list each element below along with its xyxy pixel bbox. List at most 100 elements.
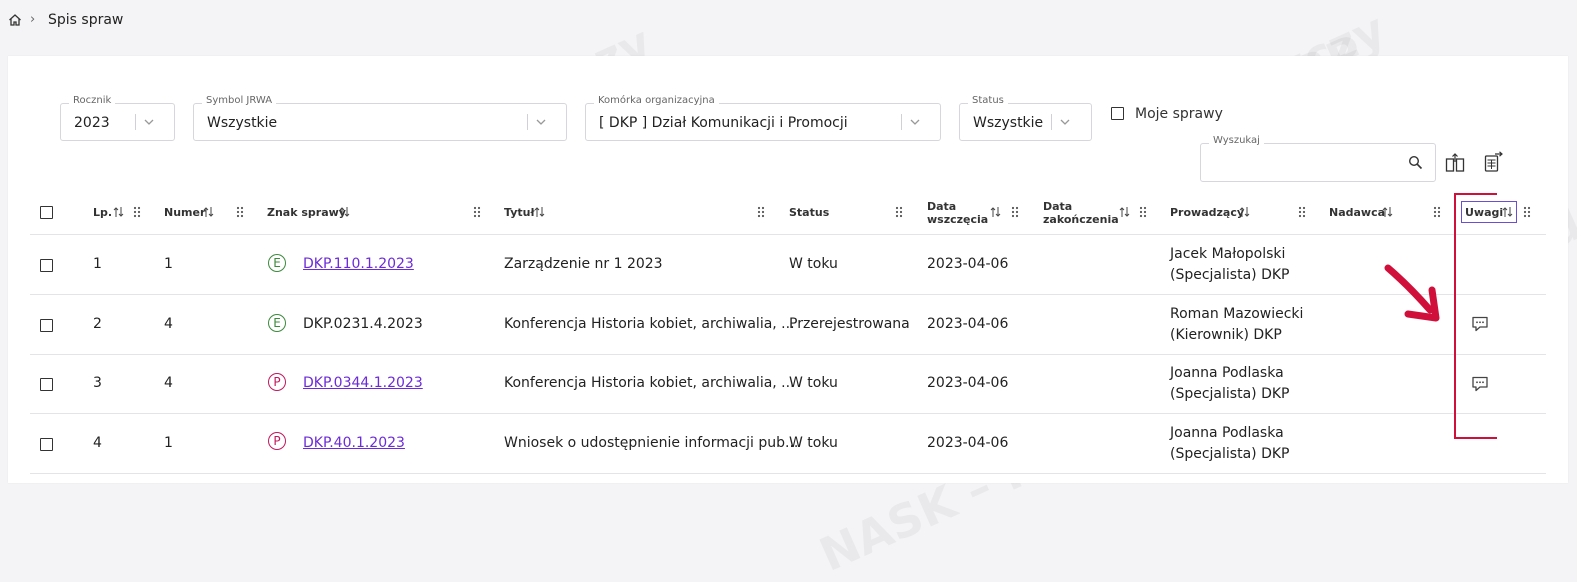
sort-icon[interactable] xyxy=(990,206,1001,218)
select-all-checkbox[interactable] xyxy=(40,206,53,219)
cell-tytul: Konferencja Historia kobiet, archiwalia,… xyxy=(504,316,795,332)
annotation-bracket xyxy=(1454,193,1497,195)
column-header-nadawca[interactable]: Nadawca xyxy=(1329,206,1385,219)
electronic-badge-icon: E xyxy=(268,254,286,272)
search-icon[interactable] xyxy=(1408,155,1423,170)
columns-settings-icon[interactable] xyxy=(1444,152,1466,174)
row-checkbox[interactable] xyxy=(40,319,53,332)
cell-lp: 3 xyxy=(93,375,102,391)
export-icon[interactable] xyxy=(1483,151,1505,173)
column-header-lp[interactable]: Lp. xyxy=(93,206,112,219)
row-divider xyxy=(30,413,1546,414)
status-select[interactable]: Status Wszystkie xyxy=(959,95,1092,141)
cell-prowadzacy-role: (Specjalista) DKP xyxy=(1170,386,1290,402)
paper-badge-icon: P xyxy=(268,432,286,450)
drag-handle-icon[interactable] xyxy=(1298,206,1306,218)
header-line: Data xyxy=(927,200,957,213)
drag-handle-icon[interactable] xyxy=(1011,206,1019,218)
cell-numer: 1 xyxy=(164,256,173,272)
cell-data-wszczecia: 2023-04-06 xyxy=(927,435,1009,451)
row-checkbox[interactable] xyxy=(40,438,53,451)
header-line: wszczęcia xyxy=(927,213,989,226)
cell-numer: 1 xyxy=(164,435,173,451)
case-link[interactable]: DKP.0344.1.2023 xyxy=(303,375,423,391)
annotation-arrow-icon xyxy=(1384,264,1440,322)
sort-icon[interactable] xyxy=(534,206,545,218)
column-header-data-zakonczenia[interactable]: Data zakończenia xyxy=(1043,200,1119,226)
annotation-bracket xyxy=(1454,437,1497,439)
cell-tytul: Konferencja Historia kobiet, archiwalia,… xyxy=(504,375,795,391)
chevron-down-icon xyxy=(536,119,546,125)
breadcrumb: › Spis spraw xyxy=(0,0,1577,44)
status-label: Status xyxy=(968,95,1008,106)
rocznik-value: 2023 xyxy=(74,115,110,131)
rocznik-select[interactable]: Rocznik 2023 xyxy=(60,95,175,141)
status-value: Wszystkie xyxy=(973,115,1044,131)
search-input[interactable]: Wyszukaj xyxy=(1200,135,1436,182)
case-link[interactable]: DKP.40.1.2023 xyxy=(303,435,405,451)
sort-icon[interactable] xyxy=(1502,206,1513,218)
column-header-tytul[interactable]: Tytuł xyxy=(504,206,535,219)
komorka-value: [ DKP ] Dział Komunikacji i Promocji xyxy=(599,115,848,131)
cell-numer: 4 xyxy=(164,316,173,332)
cell-tytul: Zarządzenie nr 1 2023 xyxy=(504,256,663,272)
symbol-jrwa-select[interactable]: Symbol JRWA Wszystkie xyxy=(193,95,567,141)
symbol-jrwa-value: Wszystkie xyxy=(207,115,278,131)
comment-icon[interactable] xyxy=(1471,316,1489,332)
column-header-status[interactable]: Status xyxy=(789,206,829,219)
home-icon[interactable] xyxy=(8,13,22,27)
column-header-numer[interactable]: Numer xyxy=(164,206,205,219)
cell-status: Przerejestrowana xyxy=(789,316,910,332)
column-header-prowadzacy[interactable]: Prowadzący xyxy=(1170,206,1244,219)
komorka-label: Komórka organizacyjna xyxy=(594,95,719,106)
cell-prowadzacy-name: Joanna Podlaska xyxy=(1170,425,1284,441)
sort-icon[interactable] xyxy=(1239,206,1250,218)
sort-icon[interactable] xyxy=(1119,206,1130,218)
cell-data-wszczecia: 2023-04-06 xyxy=(927,375,1009,391)
cell-data-wszczecia: 2023-04-06 xyxy=(927,316,1009,332)
chevron-down-icon xyxy=(144,119,154,125)
column-header-uwagi[interactable]: Uwagi xyxy=(1465,206,1503,219)
rocznik-label: Rocznik xyxy=(69,95,116,106)
cell-prowadzacy-role: (Kierownik) DKP xyxy=(1170,327,1282,343)
cell-lp: 2 xyxy=(93,316,102,332)
header-line: Data xyxy=(1043,200,1073,213)
column-header-data-wszczecia[interactable]: Data wszczęcia xyxy=(927,200,988,226)
header-divider xyxy=(30,234,1546,235)
sort-icon[interactable] xyxy=(113,206,124,218)
cell-prowadzacy-role: (Specjalista) DKP xyxy=(1170,446,1290,462)
symbol-jrwa-label: Symbol JRWA xyxy=(202,95,277,106)
column-header-znak-sprawy[interactable]: Znak sprawy xyxy=(267,206,346,219)
moje-sprawy-checkbox[interactable] xyxy=(1111,107,1124,120)
drag-handle-icon[interactable] xyxy=(236,206,244,218)
paper-badge-icon: P xyxy=(268,373,286,391)
cell-lp: 1 xyxy=(93,256,102,272)
drag-handle-icon[interactable] xyxy=(1523,206,1531,218)
komorka-select[interactable]: Komórka organizacyjna [ DKP ] Dział Komu… xyxy=(585,95,941,141)
sort-icon[interactable] xyxy=(1382,206,1393,218)
drag-handle-icon[interactable] xyxy=(473,206,481,218)
comment-icon[interactable] xyxy=(1471,376,1489,392)
annotation-bracket xyxy=(1454,193,1456,439)
row-divider xyxy=(30,294,1546,295)
drag-handle-icon[interactable] xyxy=(133,206,141,218)
drag-handle-icon[interactable] xyxy=(1433,206,1441,218)
chevron-down-icon xyxy=(910,119,920,125)
sort-icon[interactable] xyxy=(339,206,350,218)
breadcrumb-separator: › xyxy=(30,12,36,27)
drag-handle-icon[interactable] xyxy=(757,206,765,218)
cell-prowadzacy-name: Roman Mazowiecki xyxy=(1170,306,1304,322)
row-checkbox[interactable] xyxy=(40,378,53,391)
case-number[interactable]: DKP.0231.4.2023 xyxy=(303,316,423,332)
case-link[interactable]: DKP.110.1.2023 xyxy=(303,256,414,272)
cell-status: W toku xyxy=(789,435,838,451)
sort-icon[interactable] xyxy=(203,206,214,218)
moje-sprawy-label: Moje sprawy xyxy=(1135,106,1223,122)
drag-handle-icon[interactable] xyxy=(1139,206,1147,218)
drag-handle-icon[interactable] xyxy=(895,206,903,218)
row-divider xyxy=(30,354,1546,355)
row-checkbox[interactable] xyxy=(40,259,53,272)
electronic-badge-icon: E xyxy=(268,314,286,332)
search-label: Wyszukaj xyxy=(1209,135,1264,146)
cell-status: W toku xyxy=(789,256,838,272)
